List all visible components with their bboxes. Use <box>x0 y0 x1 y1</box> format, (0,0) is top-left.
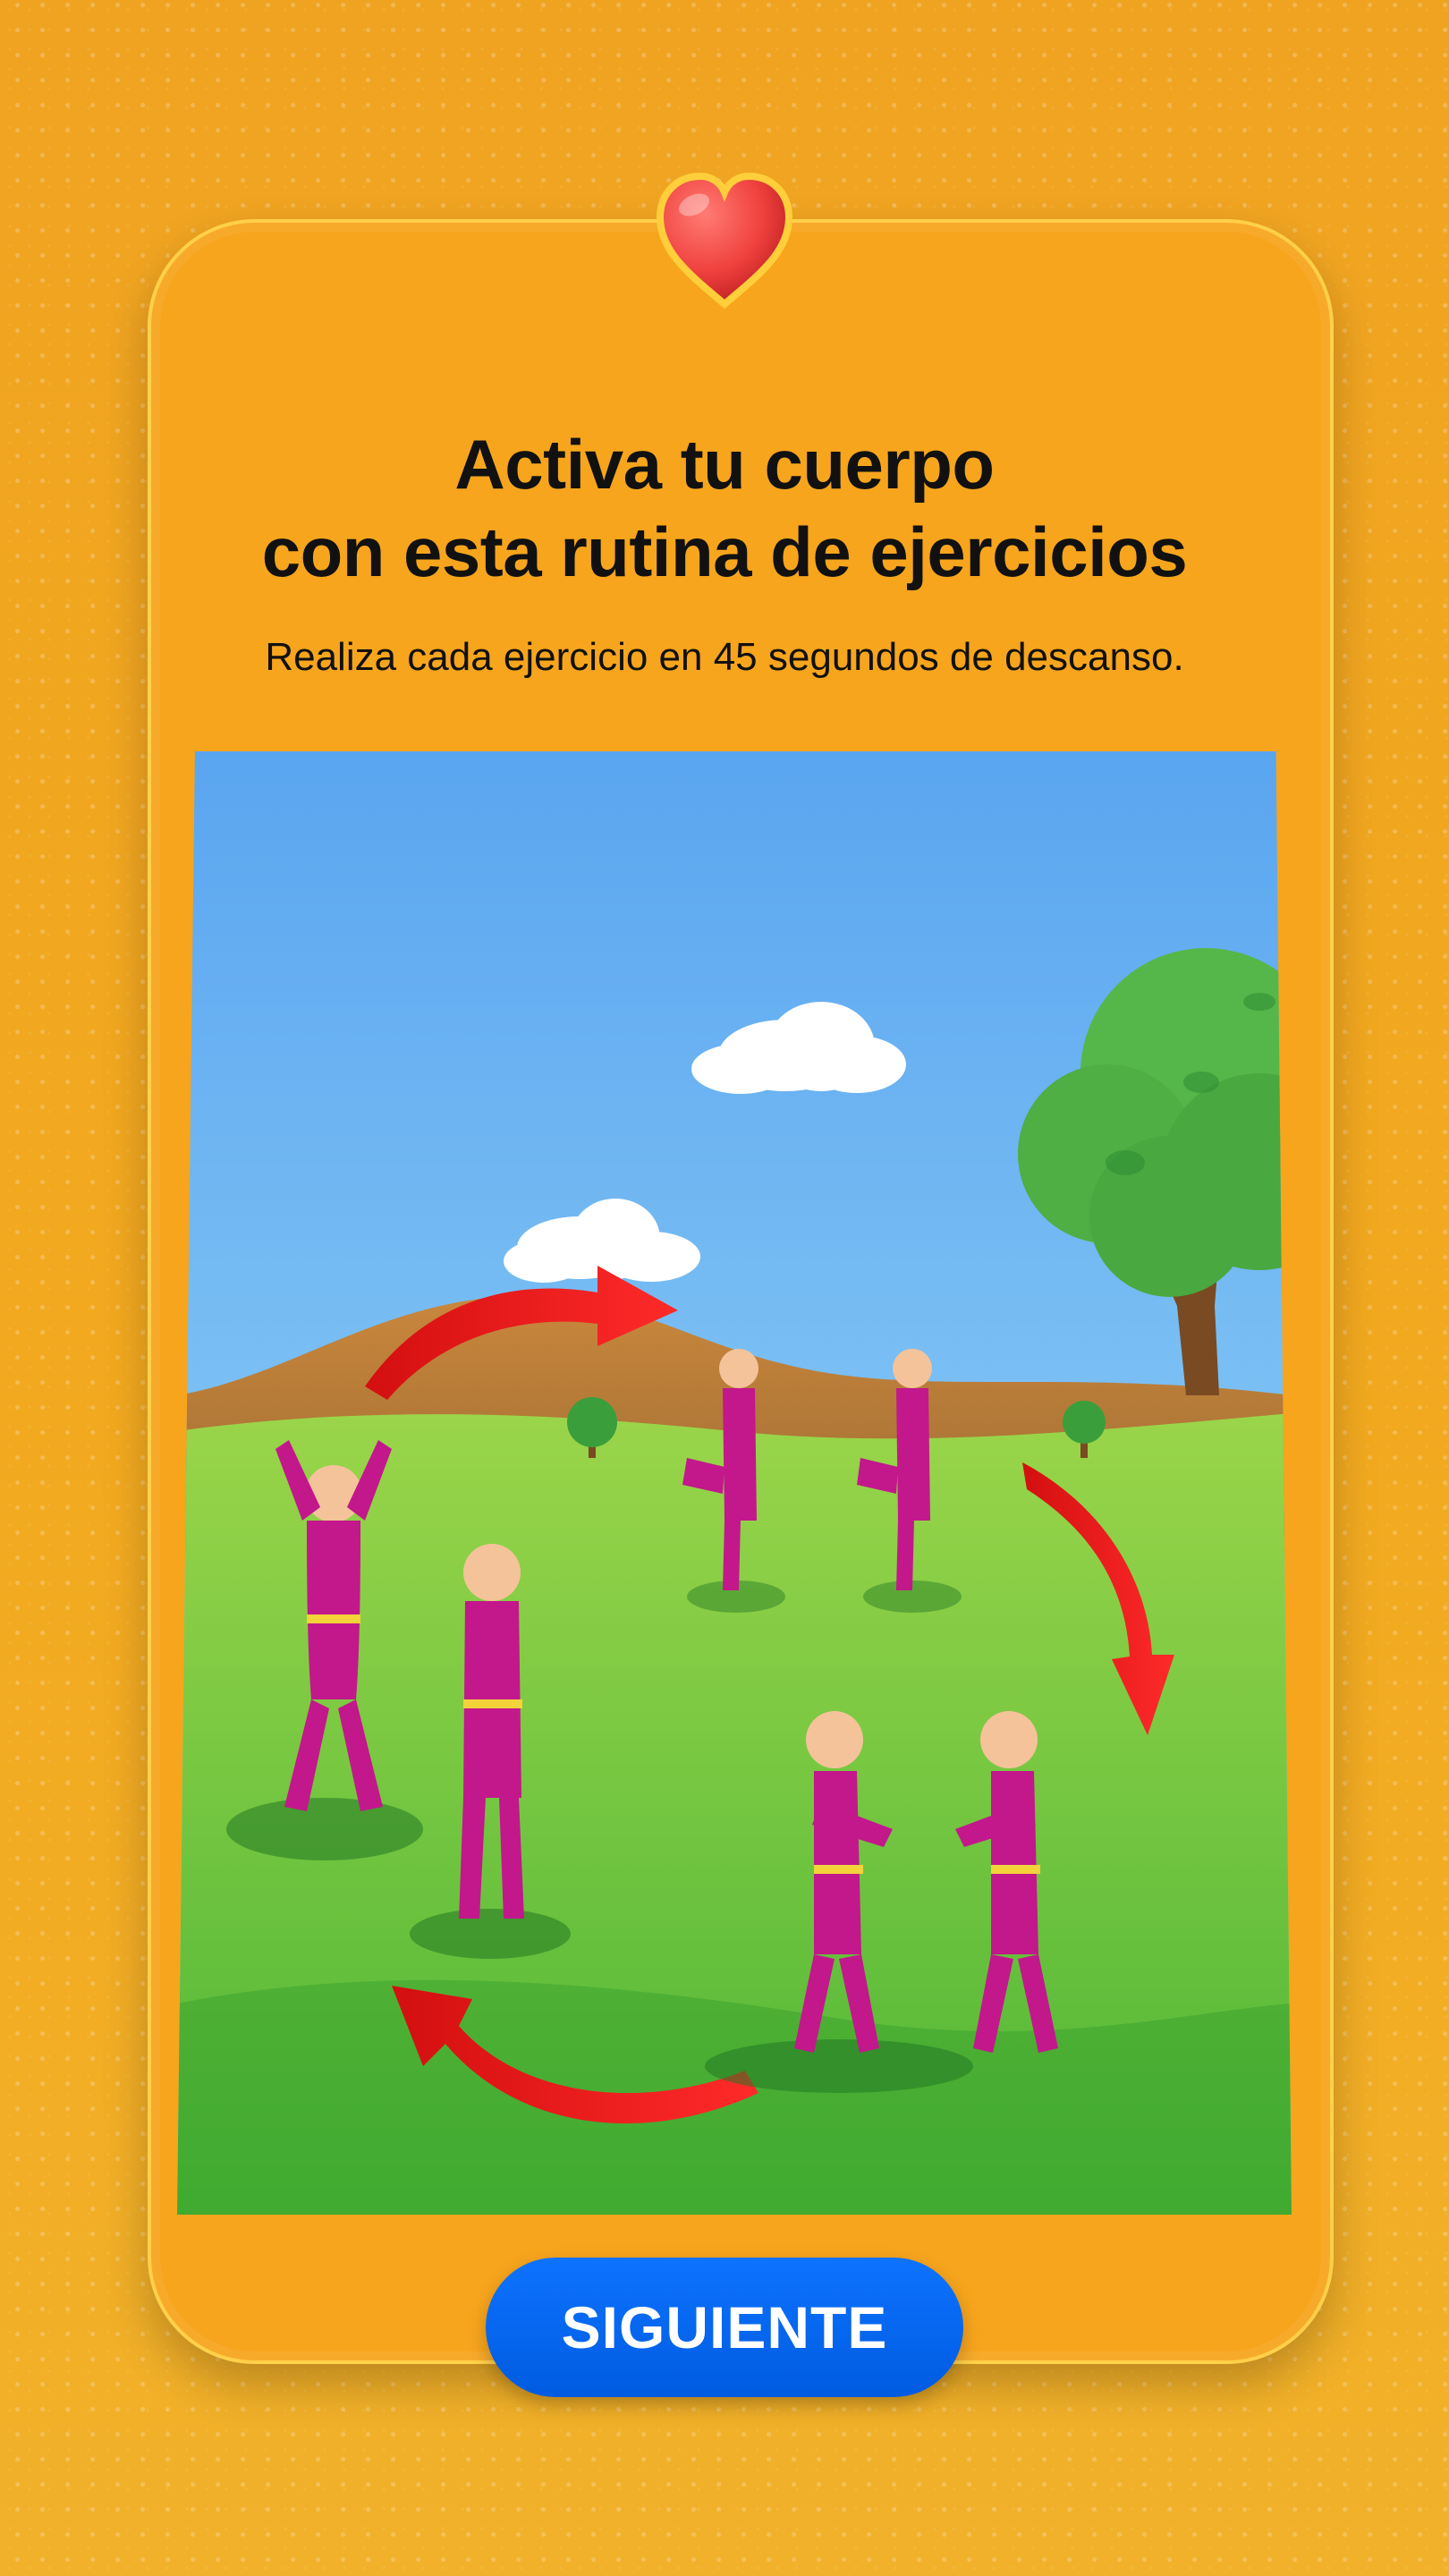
page-title: Activa tu cuerpo con esta rutina de ejer… <box>261 425 1188 591</box>
page-subtitle: Realiza cada ejercicio en 45 segundos de… <box>265 635 1184 679</box>
heart-icon <box>644 165 805 318</box>
next-button[interactable]: SIGUIENTE <box>486 2258 963 2397</box>
exercise-illustration <box>177 751 1292 2215</box>
